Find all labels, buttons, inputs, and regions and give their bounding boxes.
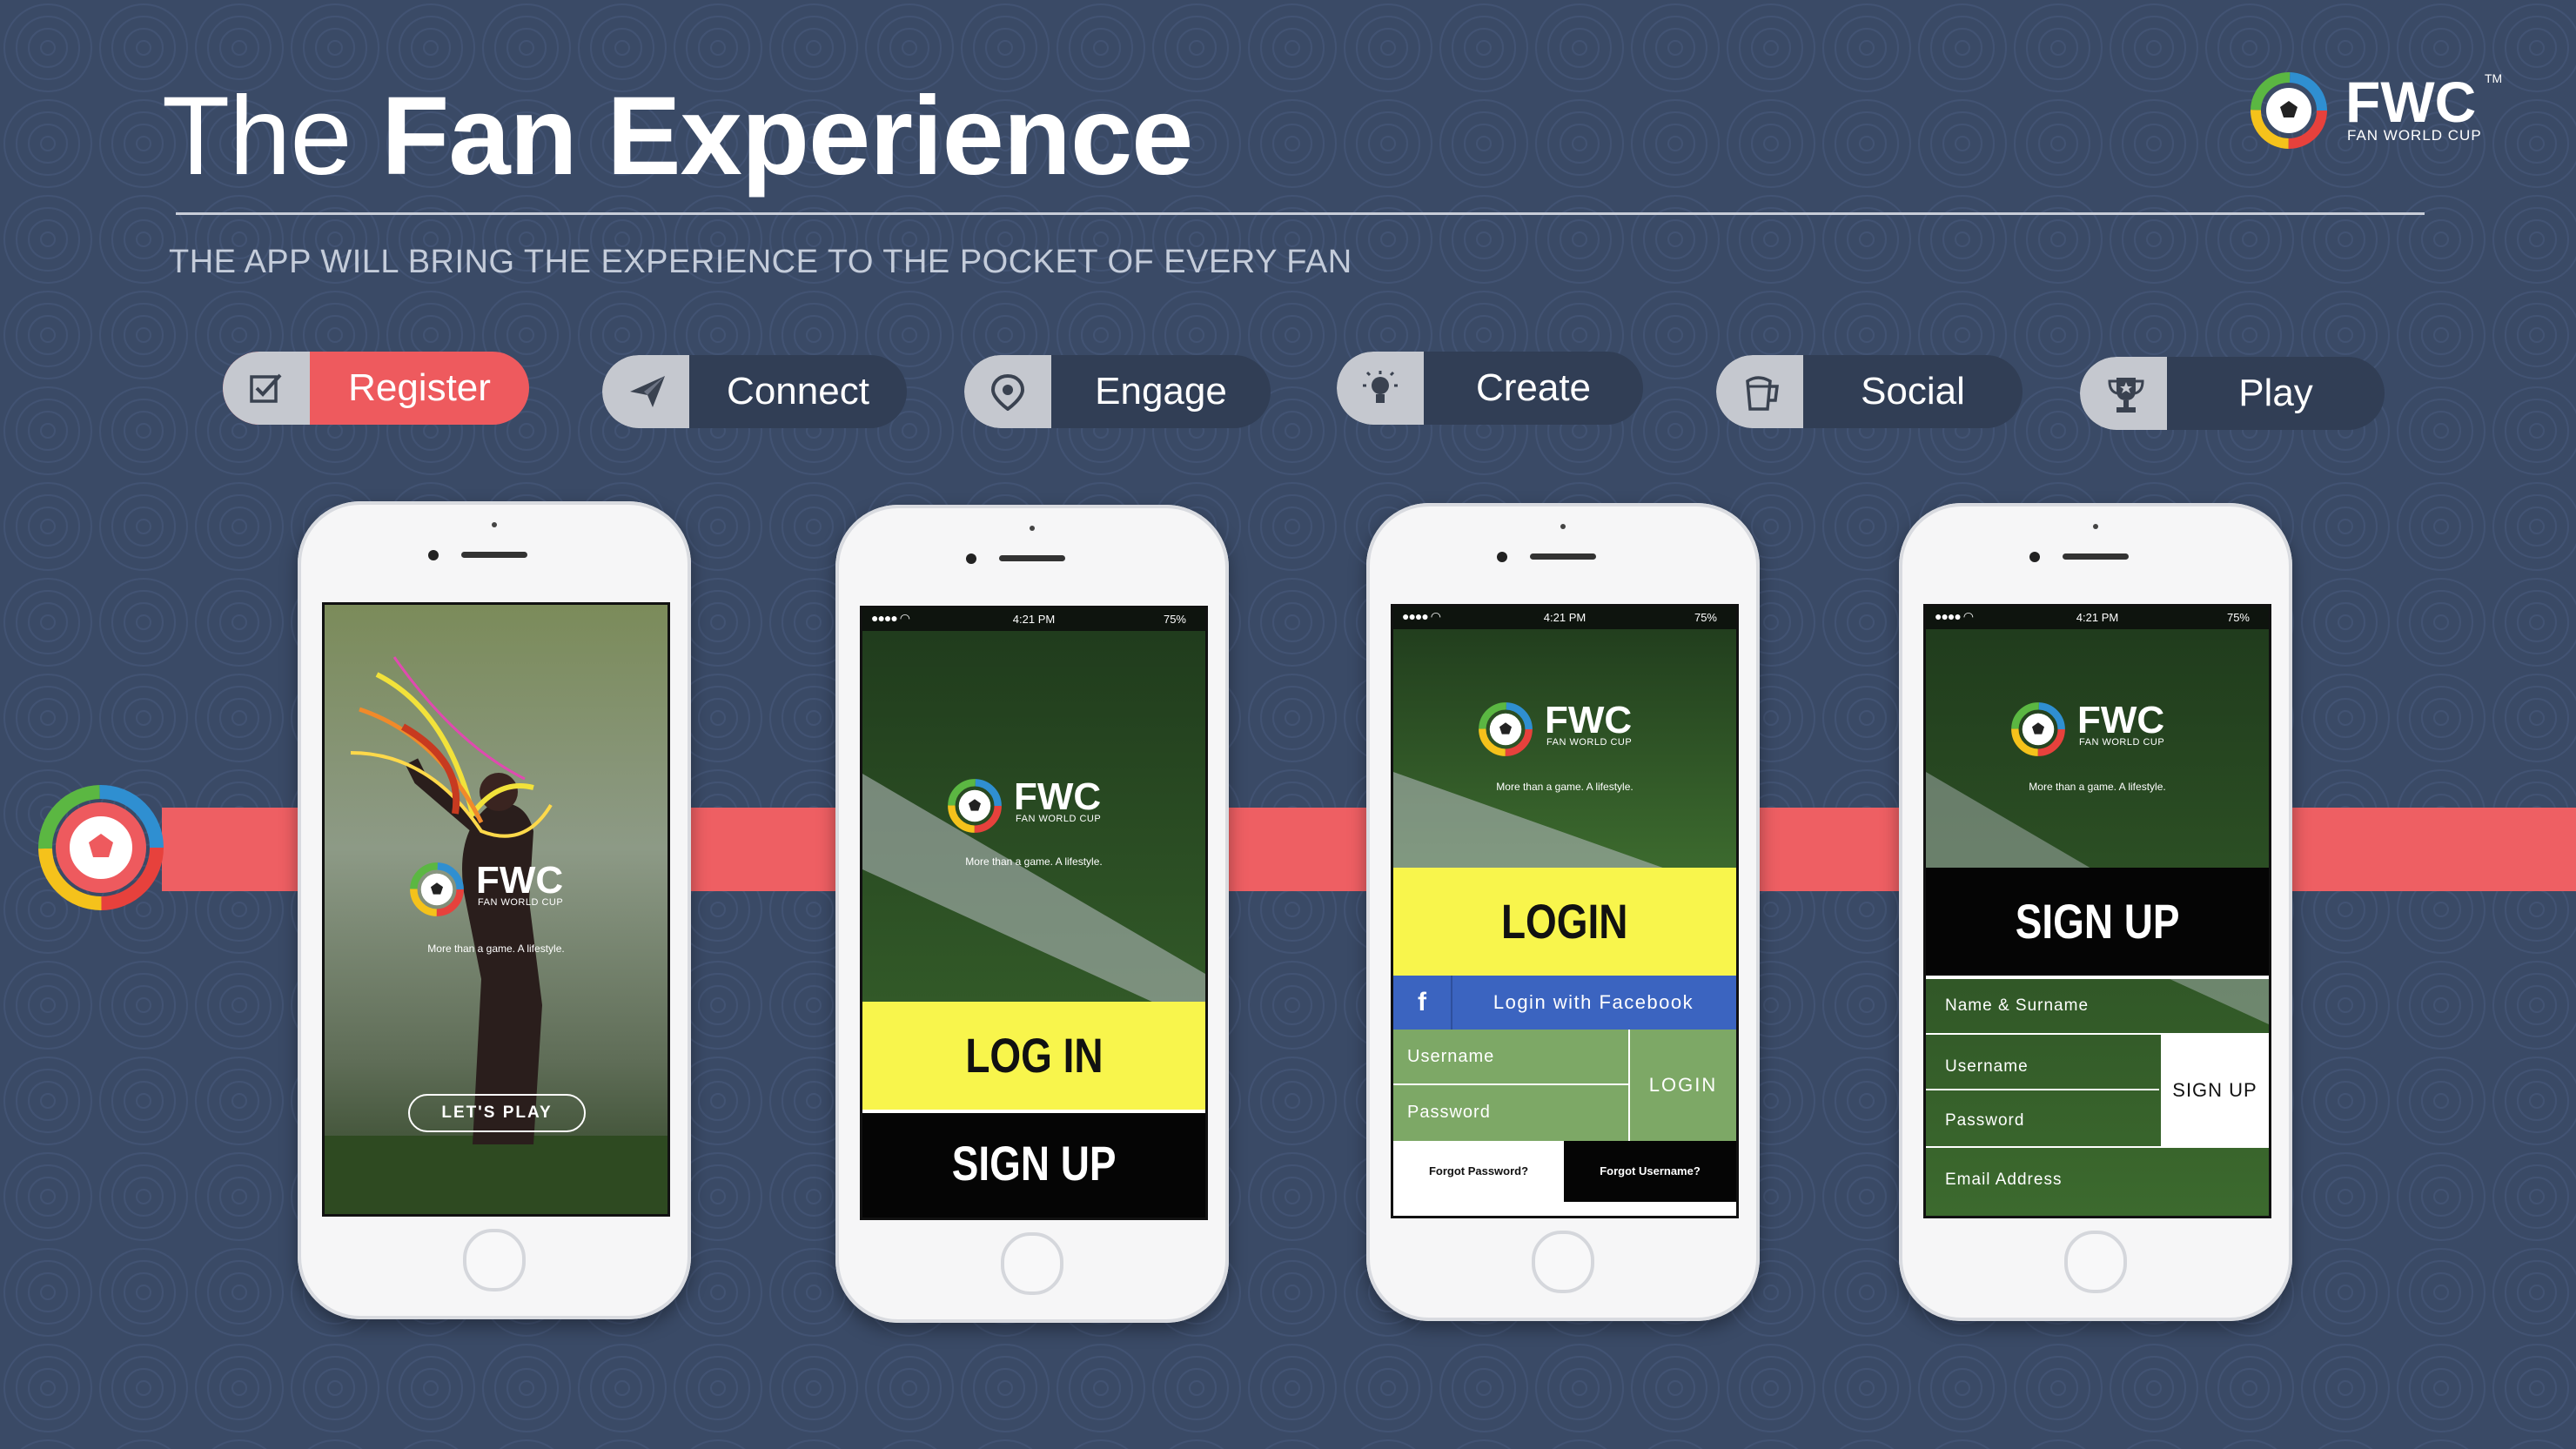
forgot-username-link[interactable]: Forgot Username? bbox=[1564, 1141, 1736, 1202]
signup-title: SIGN UP bbox=[1926, 868, 2269, 979]
home-button[interactable] bbox=[2064, 1231, 2127, 1293]
tagline: More than a game. A lifestyle. bbox=[965, 855, 1103, 868]
signup-screen: ●●●● ◠ 4:21 PM 75% FWC FAN WORLD CUP Mor… bbox=[1923, 604, 2271, 1218]
login-submit-button[interactable]: LOGIN bbox=[1630, 1030, 1736, 1141]
fwc-ring-icon bbox=[410, 862, 464, 916]
forgot-password-link[interactable]: Forgot Password? bbox=[1393, 1141, 1564, 1202]
name-field-row: Name & Surname bbox=[1926, 979, 2269, 1035]
fwc-ring-icon bbox=[1479, 702, 1533, 756]
login-form: Username Password bbox=[1393, 1030, 1628, 1141]
checkbox-icon bbox=[250, 373, 282, 403]
fwc-logo: FWC FAN WORLD CUP bbox=[2009, 697, 2201, 767]
page-title: The Fan Experience bbox=[162, 74, 1193, 198]
signup-credentials: Username Password bbox=[1926, 1035, 2159, 1146]
fwc-logo: FWC FAN WORLD CUP bbox=[1477, 697, 1668, 767]
username-field[interactable]: Username bbox=[1945, 1057, 2029, 1077]
battery-indicator: 75% bbox=[1694, 611, 1717, 624]
soccer-ball-icon bbox=[38, 785, 164, 910]
sign-up-button[interactable]: SIGN UP bbox=[862, 1113, 1205, 1218]
fwc-ring-icon bbox=[948, 779, 1002, 833]
password-field[interactable]: Password bbox=[1407, 1103, 1491, 1123]
lightbulb-icon bbox=[1363, 371, 1398, 403]
status-bar: ●●●● ◠ 4:21 PM 75% bbox=[862, 608, 1205, 631]
paper-plane-icon bbox=[630, 376, 665, 407]
phone-welcome: ●●●● ◠ 4:21 PM 75% FWC FAN WORLD CUP Mor… bbox=[835, 505, 1229, 1323]
email-field[interactable]: Email Address bbox=[1945, 1171, 2062, 1190]
facebook-icon: f bbox=[1393, 976, 1452, 1030]
battery-indicator: 75% bbox=[1163, 613, 1186, 626]
beer-mug-icon bbox=[1746, 376, 1779, 411]
feature-play[interactable]: Play bbox=[2080, 357, 2385, 430]
tagline: More than a game. A lifestyle. bbox=[2029, 781, 2166, 793]
phone-login: ●●●● ◠ 4:21 PM 75% FWC FAN WORLD CUP Mor… bbox=[1366, 503, 1760, 1321]
phone-splash: FWC FAN WORLD CUP More than a game. A li… bbox=[298, 501, 691, 1319]
username-field[interactable]: Username bbox=[1407, 1047, 1494, 1067]
welcome-screen: ●●●● ◠ 4:21 PM 75% FWC FAN WORLD CUP Mor… bbox=[860, 606, 1208, 1220]
feature-engage[interactable]: Engage bbox=[964, 355, 1271, 428]
tagline: More than a game. A lifestyle. bbox=[427, 943, 565, 955]
status-bar: ●●●● ◠ 4:21 PM 75% bbox=[1393, 607, 1736, 629]
header-divider bbox=[176, 212, 2425, 215]
facebook-login-button[interactable]: f Login with Facebook bbox=[1393, 976, 1736, 1030]
home-button[interactable] bbox=[463, 1229, 526, 1291]
status-bar: ●●●● ◠ 4:21 PM 75% bbox=[1926, 607, 2269, 629]
log-in-button[interactable]: LOG IN bbox=[862, 1002, 1205, 1113]
trophy-icon bbox=[2108, 378, 2144, 413]
splash-screen: FWC FAN WORLD CUP More than a game. A li… bbox=[322, 602, 670, 1217]
feature-register[interactable]: Register bbox=[223, 352, 529, 425]
fwc-ring-icon bbox=[2011, 702, 2065, 756]
name-surname-field[interactable]: Name & Surname bbox=[1945, 996, 2089, 1016]
login-screen: ●●●● ◠ 4:21 PM 75% FWC FAN WORLD CUP Mor… bbox=[1391, 604, 1739, 1218]
home-button[interactable] bbox=[1001, 1232, 1063, 1295]
feature-connect[interactable]: Connect bbox=[602, 355, 907, 428]
phone-signup: ●●●● ◠ 4:21 PM 75% FWC FAN WORLD CUP Mor… bbox=[1899, 503, 2292, 1321]
lets-play-button[interactable]: LET'S PLAY bbox=[408, 1094, 586, 1132]
feature-create[interactable]: Create bbox=[1337, 352, 1643, 425]
tagline: More than a game. A lifestyle. bbox=[1496, 781, 1633, 793]
page-subtitle: THE APP WILL BRING THE EXPERIENCE TO THE… bbox=[169, 244, 1352, 280]
battery-indicator: 75% bbox=[2226, 611, 2250, 624]
fwc-logo: FWC FAN WORLD CUP bbox=[408, 857, 600, 927]
fwc-logo: FWC FAN WORLD CUP bbox=[946, 774, 1137, 843]
home-button[interactable] bbox=[1532, 1231, 1594, 1293]
fwc-brand-logo: FWC TM FAN WORLD CUP bbox=[2248, 68, 2502, 151]
signup-submit-button[interactable]: SIGN UP bbox=[2161, 1035, 2269, 1146]
location-pin-icon bbox=[990, 374, 1025, 411]
fwc-ring-icon bbox=[2251, 72, 2327, 149]
login-title: LOGIN bbox=[1393, 868, 1736, 976]
password-field[interactable]: Password bbox=[1945, 1111, 2024, 1130]
feature-label: Register bbox=[348, 366, 491, 409]
feature-social[interactable]: Social bbox=[1716, 355, 2023, 428]
